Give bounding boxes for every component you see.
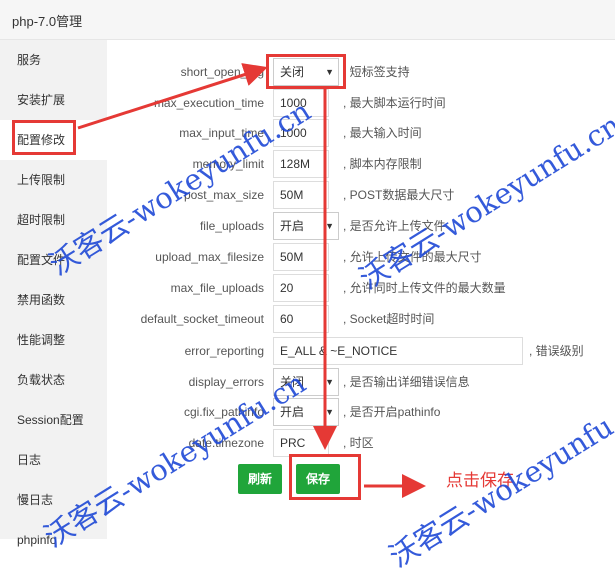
sidebar-item-timeout-limit[interactable]: 超时限制 <box>0 200 107 240</box>
error-reporting-input[interactable]: E_ALL & ~E_NOTICE <box>273 337 523 365</box>
sidebar-item-performance[interactable]: 性能调整 <box>0 320 107 360</box>
setting-desc: , 最大输入时间 <box>343 126 422 140</box>
setting-label: post_max_size <box>183 188 264 202</box>
setting-label: max_execution_time <box>153 96 264 110</box>
setting-desc: , 错误级别 <box>529 344 584 358</box>
setting-label: memory_limit <box>192 157 264 171</box>
sidebar-item-install-extension[interactable]: 安装扩展 <box>0 80 107 120</box>
chevron-down-icon: ▼ <box>325 377 334 387</box>
sidebar-item-config-edit[interactable]: 配置修改 <box>0 120 107 160</box>
chevron-down-icon: ▼ <box>325 221 334 231</box>
sidebar-item-disabled-functions[interactable]: 禁用函数 <box>0 280 107 320</box>
setting-row: date.timezone PRC , 时区 <box>107 428 615 458</box>
window-titlebar: php-7.0管理 <box>0 0 615 40</box>
setting-label: date.timezone <box>188 436 264 450</box>
setting-row: display_errors 关闭 ▼ , 是否输出详细错误信息 <box>107 367 615 397</box>
setting-row: cgi.fix_pathinfo 开启 ▼ , 是否开启pathinfo <box>107 397 615 427</box>
sidebar-item-service[interactable]: 服务 <box>0 40 107 80</box>
max-input-time-input[interactable]: 1000 <box>273 119 329 147</box>
chevron-down-icon: ▼ <box>325 407 334 417</box>
sidebar-item-slow-log[interactable]: 慢日志 <box>0 480 107 520</box>
sidebar-item-log[interactable]: 日志 <box>0 440 107 480</box>
sidebar: 服务 安装扩展 配置修改 上传限制 超时限制 配置文件 禁用函数 性能调整 负载… <box>0 40 107 547</box>
setting-desc: , 是否输出详细错误信息 <box>343 375 470 389</box>
setting-label: display_errors <box>188 375 264 389</box>
setting-row: short_open_tag 关闭 ▼ , 短标签支持 <box>107 57 615 87</box>
setting-row: upload_max_filesize 50M , 允许上传文件的最大尺寸 <box>107 242 615 272</box>
refresh-button[interactable]: 刷新 <box>238 464 283 494</box>
setting-desc: , 是否允许上传文件 <box>343 219 446 233</box>
sidebar-item-load-status[interactable]: 负载状态 <box>0 360 107 400</box>
select-value: 关闭 <box>280 375 305 389</box>
sidebar-item-upload-limit[interactable]: 上传限制 <box>0 160 107 200</box>
upload-max-filesize-input[interactable]: 50M <box>273 243 329 271</box>
setting-row: error_reporting E_ALL & ~E_NOTICE , 错误级别 <box>107 336 615 366</box>
annotation-text: 点击保存 <box>446 471 514 491</box>
setting-row: post_max_size 50M , POST数据最大尺寸 <box>107 180 615 210</box>
setting-label: max_input_time <box>179 126 264 140</box>
select-value: 开启 <box>280 219 305 233</box>
setting-label: max_file_uploads <box>170 281 264 295</box>
setting-desc: , 最大脚本运行时间 <box>343 96 446 110</box>
sidebar-item-config-file[interactable]: 配置文件 <box>0 240 107 280</box>
default-socket-timeout-input[interactable]: 60 <box>273 305 329 333</box>
select-value: 关闭 <box>280 65 305 79</box>
setting-desc: , Socket超时时间 <box>343 312 435 326</box>
max-file-uploads-input[interactable]: 20 <box>273 274 329 302</box>
settings-form: short_open_tag 关闭 ▼ , 短标签支持 max_executio… <box>107 40 615 539</box>
save-button[interactable]: 保存 <box>296 464 341 494</box>
chevron-down-icon: ▼ <box>325 67 334 77</box>
setting-desc: , 脚本内存限制 <box>343 157 422 171</box>
short-open-tag-select[interactable]: 关闭 ▼ <box>273 58 339 86</box>
setting-desc: , 允许上传文件的最大尺寸 <box>343 250 482 264</box>
setting-label: short_open_tag <box>180 65 264 79</box>
date-timezone-input[interactable]: PRC <box>273 429 329 457</box>
setting-label: error_reporting <box>184 344 264 358</box>
setting-label: cgi.fix_pathinfo <box>183 405 264 419</box>
cgi-fix-pathinfo-select[interactable]: 开启 ▼ <box>273 398 339 426</box>
display-errors-select[interactable]: 关闭 ▼ <box>273 368 339 396</box>
setting-desc: , POST数据最大尺寸 <box>343 188 455 202</box>
window-title: php-7.0管理 <box>12 14 83 29</box>
setting-desc: , 短标签支持 <box>343 65 410 79</box>
memory-limit-input[interactable]: 128M <box>273 150 329 178</box>
setting-desc: , 允许同时上传文件的最大数量 <box>343 281 506 295</box>
setting-row: max_file_uploads 20 , 允许同时上传文件的最大数量 <box>107 273 615 303</box>
sidebar-item-phpinfo[interactable]: phpinfo <box>0 520 107 560</box>
setting-label: upload_max_filesize <box>155 250 264 264</box>
setting-row: default_socket_timeout 60 , Socket超时时间 <box>107 304 615 334</box>
setting-row: file_uploads 开启 ▼ , 是否允许上传文件 <box>107 211 615 241</box>
post-max-size-input[interactable]: 50M <box>273 181 329 209</box>
setting-desc: , 是否开启pathinfo <box>343 405 441 419</box>
max-execution-time-input[interactable]: 1000 <box>273 89 329 117</box>
setting-label: file_uploads <box>199 219 264 233</box>
select-value: 开启 <box>280 405 305 419</box>
setting-label: default_socket_timeout <box>140 312 264 326</box>
setting-row: max_execution_time 1000 , 最大脚本运行时间 <box>107 88 615 118</box>
sidebar-item-session-config[interactable]: Session配置 <box>0 400 107 440</box>
file-uploads-select[interactable]: 开启 ▼ <box>273 212 339 240</box>
setting-row: memory_limit 128M , 脚本内存限制 <box>107 149 615 179</box>
setting-desc: , 时区 <box>343 436 374 450</box>
setting-row: max_input_time 1000 , 最大输入时间 <box>107 118 615 148</box>
